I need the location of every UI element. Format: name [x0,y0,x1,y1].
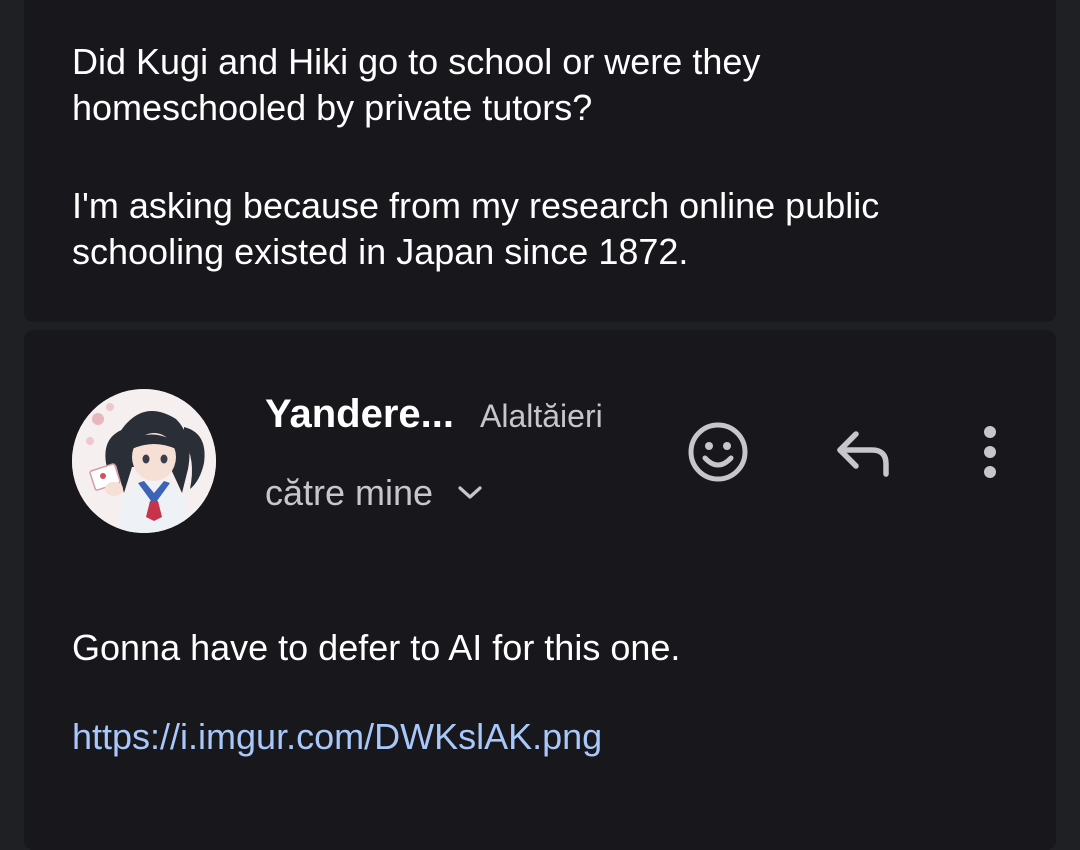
previous-message-card: Did Kugi and Hiki go to school or were t… [24,0,1056,322]
chevron-down-icon [455,478,485,508]
message-date: Alaltăieri [479,398,603,434]
sender-name[interactable]: Yandere... [265,392,454,437]
sender-avatar[interactable] [72,389,216,533]
more-vert-icon [984,426,996,478]
message-link[interactable]: https://i.imgur.com/DWKslAK.png [72,714,602,760]
previous-message-paragraph-2: I'm asking because from my research onli… [72,185,880,272]
sender-row: Yandere... Alaltăieri [265,392,603,437]
message-body: Gonna have to defer to AI for this one. [72,627,681,668]
reply-icon [837,431,889,477]
avatar-illustration [72,389,216,533]
reply-button[interactable] [826,418,902,490]
more-options-button[interactable] [970,416,1010,488]
add-reaction-icon [688,422,748,482]
add-reaction-button[interactable] [680,414,756,490]
previous-message-paragraph-1: Did Kugi and Hiki go to school or were t… [72,41,761,128]
recipient-details-toggle[interactable]: către mine [265,472,485,514]
recipient-label: către mine [265,472,434,513]
message-card: Yandere... Alaltăieri către mine Gonna h… [24,330,1056,850]
